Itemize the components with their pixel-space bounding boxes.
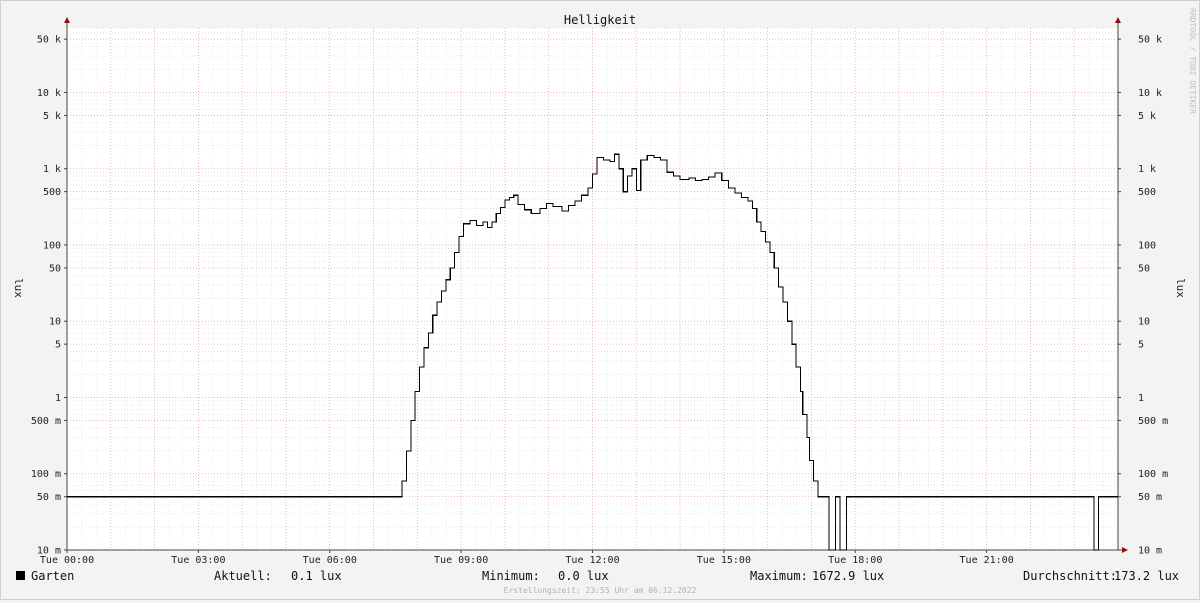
legend-minimum-label: Minimum: [482,569,540,583]
rrdtool-watermark: RRDTOOL / TOBI OETIKER [1188,8,1197,114]
y-tick-label-right: 5 [1138,340,1144,351]
y-axis-label-left: lux [12,278,25,298]
x-tick-label: Tue 09:00 [434,555,488,566]
y-tick-label: 100 [43,240,61,251]
chart-title: Helligkeit [564,13,636,27]
y-axis-label-right: lux [1174,278,1187,298]
legend-maximum-value: 1672.9 lux [812,569,884,583]
y-tick-label-right: 50 [1138,263,1150,274]
y-tick-label-right: 500 m [1138,416,1168,427]
y-tick-label: 5 k [43,111,61,122]
legend-swatch [16,571,25,580]
legend-average-label: Durchschnitt: [1023,569,1117,583]
y-tick-label-right: 100 [1138,240,1156,251]
y-tick-label-right: 100 m [1138,469,1168,480]
legend-current-label: Aktuell: [214,569,272,583]
y-tick-label: 100 m [31,469,61,480]
y-tick-label-right: 10 m [1138,546,1162,557]
legend-minimum-value: 0.0 lux [558,569,609,583]
y-tick-label-right: 10 [1138,317,1150,328]
x-tick-label: Tue 18:00 [828,555,882,566]
y-tick-label: 10 k [37,88,61,99]
x-tick-label: Tue 00:00 [40,555,94,566]
y-tick-label-right: 5 k [1138,111,1156,122]
legend-series-name: Garten [31,569,74,583]
y-tick-label-right: 50 k [1138,35,1162,46]
y-axis-arrow-right [1115,17,1121,23]
y-tick-label-right: 500 [1138,187,1156,198]
y-tick-label: 1 k [43,164,61,175]
legend-maximum-label: Maximum: [750,569,808,583]
y-tick-label: 10 [49,317,61,328]
creation-time-footer: Erstellungszeit: 23:55 Uhr am 06.12.2022 [504,586,697,595]
y-tick-label-right: 10 k [1138,88,1162,99]
y-tick-label: 50 m [37,492,61,503]
y-tick-label: 5 [55,340,61,351]
y-tick-labels-right: 50 k 10 k 5 k 1 k 500 100 50 10 5 1 500 m 100 m 50 m… [1118,35,1168,557]
x-tick-label: Tue 06:00 [303,555,357,566]
y-tick-label-right: 50 m [1138,492,1162,503]
y-tick-label-right: 1 [1138,393,1144,404]
x-tick-labels: Tue 00:00 Tue 03:00 Tue 06:00 Tue 09:00 Tue … [40,550,1014,566]
y-tick-label: 500 [43,187,61,198]
x-tick-label: Tue 15:00 [697,555,751,566]
x-axis-arrow [1122,547,1128,553]
legend-average-value: 173.2 lux [1114,569,1179,583]
x-tick-label: Tue 12:00 [565,555,619,566]
chart-svg: 50 k 10 k 5 k 1 k 500 100 50 10 5 1 500 m 100 m 50 m… [12,8,1197,595]
y-tick-label: 50 k [37,35,61,46]
y-axis-arrow-left [64,17,70,23]
y-tick-label: 500 m [31,416,61,427]
x-tick-label: Tue 03:00 [171,555,225,566]
y-tick-label: 50 [49,263,61,274]
legend-current-value: 0.1 lux [291,569,342,583]
chart-frame: 50 k 10 k 5 k 1 k 500 100 50 10 5 1 500 m 100 m 50 m… [0,0,1200,600]
x-tick-label: Tue 21:00 [960,555,1014,566]
y-tick-label: 1 [55,393,61,404]
y-tick-label-right: 1 k [1138,164,1156,175]
y-tick-labels-left: 50 k 10 k 5 k 1 k 500 100 50 10 5 1 500 m 100 m 50 m… [31,35,67,557]
